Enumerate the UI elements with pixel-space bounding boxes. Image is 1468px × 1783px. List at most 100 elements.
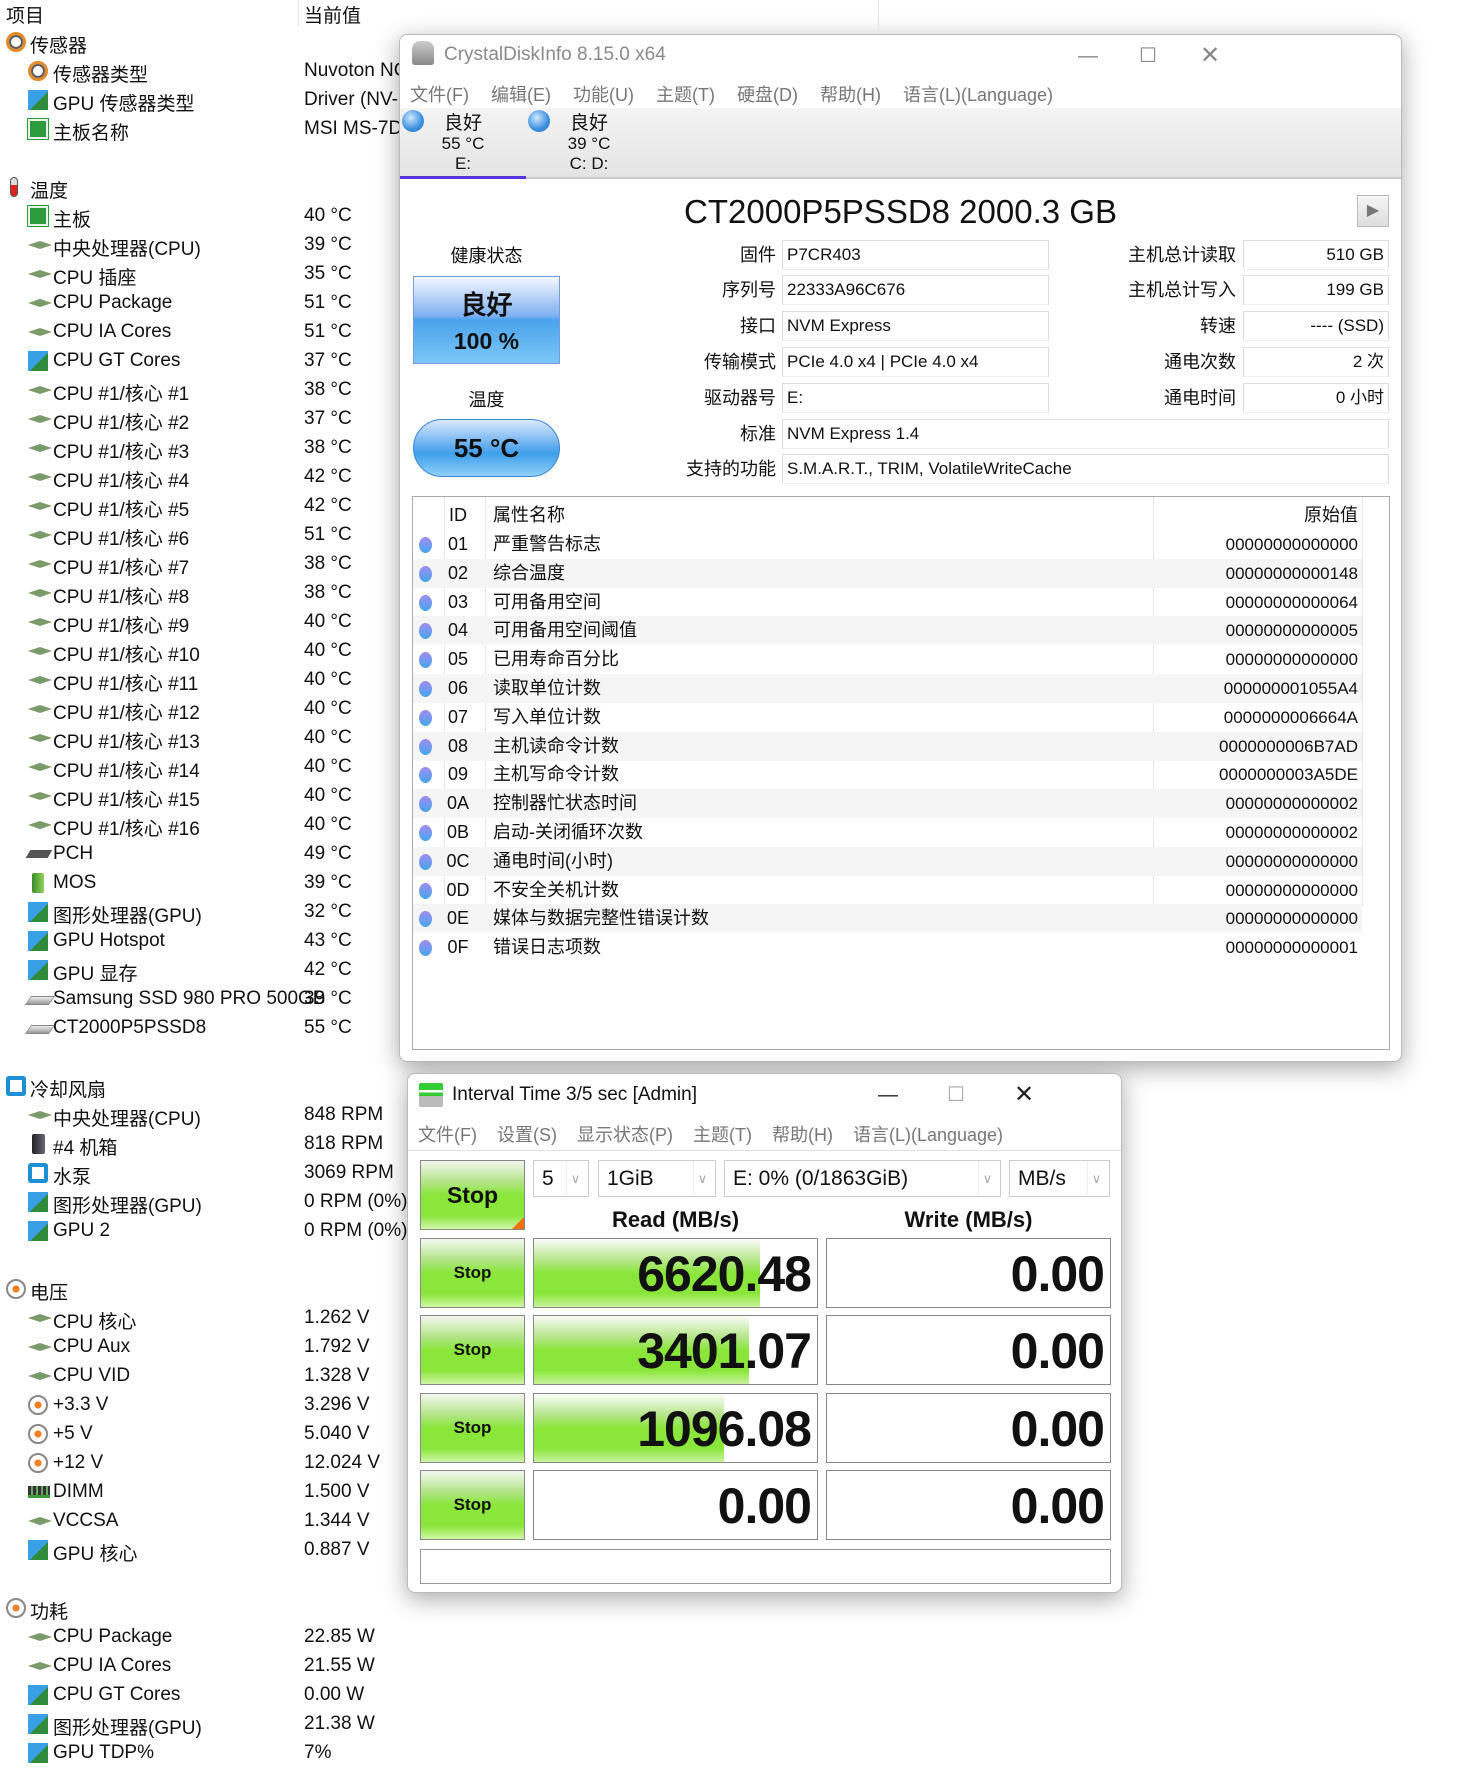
tree-item[interactable]: CPU 核心 1.262 V: [0, 1303, 420, 1333]
tree-item[interactable]: PCH 49 °C: [0, 839, 420, 868]
smart-row[interactable]: 0A 控制器忙状态时间 00000000000002: [413, 789, 1362, 819]
menu-item[interactable]: 语言(L)(Language): [853, 1121, 1003, 1147]
menu-item[interactable]: 显示状态(P): [577, 1121, 673, 1147]
smart-row[interactable]: 08 主机读命令计数 0000000006B7AD: [413, 731, 1362, 761]
menu-item[interactable]: 编辑(E): [491, 81, 551, 107]
tree-group[interactable]: 电压: [0, 1274, 420, 1304]
smart-row[interactable]: 0C 通电时间(小时) 00000000000000: [413, 846, 1362, 876]
tree-item[interactable]: GPU 显存 42 °C: [0, 955, 420, 985]
menu-item[interactable]: 硬盘(D): [737, 81, 798, 107]
tree-item[interactable]: CPU IA Cores 21.55 W: [0, 1651, 420, 1680]
tree-item[interactable]: 主板名称 MSI MS-7D9: [0, 114, 420, 144]
tree-item[interactable]: CPU #1/核心 #12 40 °C: [0, 694, 420, 724]
tree-item[interactable]: CPU #1/核心 #2 37 °C: [0, 404, 420, 434]
menu-item[interactable]: 文件(F): [410, 81, 469, 107]
tree-item[interactable]: DIMM 1.500 V: [0, 1477, 420, 1506]
smart-row[interactable]: 06 读取单位计数 000000001055A4: [413, 674, 1362, 703]
tree-item[interactable]: CPU #1/核心 #13 40 °C: [0, 723, 420, 753]
stop-button[interactable]: Stop: [420, 1469, 525, 1540]
tree-item[interactable]: CPU IA Cores 51 °C: [0, 317, 420, 346]
tree-item[interactable]: 中央处理器(CPU) 39 °C: [0, 230, 420, 260]
tree-item[interactable]: GPU 核心 0.887 V: [0, 1535, 420, 1565]
tree-item[interactable]: CPU GT Cores 37 °C: [0, 346, 420, 375]
menu-item[interactable]: 功能(U): [573, 81, 634, 107]
drive-select[interactable]: E: 0% (0/1863GiB) ∨: [724, 1160, 1001, 1197]
tree-item[interactable]: CPU #1/核心 #15 40 °C: [0, 781, 420, 811]
smart-row[interactable]: 07 写入单位计数 0000000006664A: [413, 703, 1362, 732]
smart-row[interactable]: 03 可用备用空间 00000000000064: [413, 588, 1362, 617]
disk-tab-cd[interactable]: 良好 39 °C C: D:: [526, 108, 652, 179]
column-item[interactable]: 项目: [6, 1, 44, 28]
tree-item[interactable]: CPU #1/核心 #9 40 °C: [0, 607, 420, 637]
tree-group[interactable]: 传感器: [0, 27, 420, 57]
header-name[interactable]: 属性名称: [493, 501, 565, 530]
tree-item[interactable]: 水泵 3069 RPM: [0, 1158, 420, 1188]
column-divider[interactable]: [878, 0, 879, 26]
tree-item[interactable]: CPU #1/核心 #14 40 °C: [0, 752, 420, 782]
menu-item[interactable]: 主题(T): [693, 1121, 752, 1147]
tree-item[interactable]: GPU 传感器类型 Driver (NV-I: [0, 85, 420, 115]
tree-item[interactable]: CPU #1/核心 #5 42 °C: [0, 491, 420, 521]
size-select[interactable]: 1GiB ∨: [598, 1160, 716, 1197]
menu-item[interactable]: 文件(F): [418, 1121, 477, 1147]
unit-select[interactable]: MB/s ∨: [1009, 1160, 1110, 1197]
count-select[interactable]: 5 ∨: [533, 1160, 589, 1197]
tree-item[interactable]: CPU #1/核心 #7 38 °C: [0, 549, 420, 579]
temperature-button[interactable]: 55 °C: [413, 419, 560, 477]
tree-item[interactable]: CPU #1/核心 #3 38 °C: [0, 433, 420, 463]
tree-item[interactable]: CPU #1/核心 #4 42 °C: [0, 462, 420, 492]
tree-item[interactable]: CPU #1/核心 #11 40 °C: [0, 665, 420, 695]
tree-item[interactable]: GPU Hotspot 43 °C: [0, 926, 420, 955]
tree-item[interactable]: MOS 39 °C: [0, 868, 420, 897]
maximize-button[interactable]: ☐: [1128, 41, 1168, 71]
tree-item[interactable]: GPU TDP% 7%: [0, 1738, 420, 1767]
tree-item[interactable]: +12 V 12.024 V: [0, 1448, 420, 1477]
tree-item[interactable]: +3.3 V 3.296 V: [0, 1390, 420, 1419]
smart-row[interactable]: 05 已用寿命百分比 00000000000000: [413, 645, 1362, 674]
tree-item[interactable]: CT2000P5PSSD8 55 °C: [0, 1013, 420, 1042]
tree-item[interactable]: CPU #1/核心 #1 38 °C: [0, 375, 420, 405]
smart-row[interactable]: 0E 媒体与数据完整性错误计数 00000000000000: [413, 904, 1362, 934]
tree-item[interactable]: CPU Aux 1.792 V: [0, 1332, 420, 1361]
menu-item[interactable]: 帮助(H): [820, 81, 881, 107]
health-status-button[interactable]: 良好 100 %: [413, 276, 560, 364]
stop-button[interactable]: Stop: [420, 1238, 525, 1308]
minimize-button[interactable]: —: [1068, 41, 1108, 71]
minimize-button[interactable]: —: [868, 1080, 908, 1110]
menu-item[interactable]: 语言(L)(Language): [903, 81, 1053, 107]
smart-row[interactable]: 0F 错误日志项数 00000000000001: [413, 933, 1362, 962]
column-divider[interactable]: [298, 0, 299, 26]
tree-item[interactable]: CPU #1/核心 #10 40 °C: [0, 636, 420, 666]
tree-group[interactable]: 温度: [0, 172, 420, 202]
tree-item[interactable]: CPU Package 22.85 W: [0, 1622, 420, 1651]
tree-item[interactable]: CPU GT Cores 0.00 W: [0, 1680, 420, 1709]
tree-item[interactable]: Samsung SSD 980 PRO 500GB 39 °C: [0, 984, 420, 1013]
tree-item[interactable]: #4 机箱 818 RPM: [0, 1129, 420, 1159]
smart-row[interactable]: 09 主机写命令计数 0000000003A5DE: [413, 760, 1362, 789]
disk-tab-e[interactable]: 良好 55 °C E:: [400, 108, 526, 179]
tree-item[interactable]: 图形处理器(GPU) 21.38 W: [0, 1709, 420, 1739]
tree-item[interactable]: CPU 插座 35 °C: [0, 259, 420, 289]
close-button[interactable]: ✕: [1190, 41, 1230, 71]
menu-item[interactable]: 主题(T): [656, 81, 715, 107]
stop-all-button[interactable]: Stop: [420, 1160, 525, 1230]
smart-row[interactable]: 02 综合温度 00000000000148: [413, 558, 1362, 588]
stop-button[interactable]: Stop: [420, 1315, 525, 1386]
menu-item[interactable]: 帮助(H): [772, 1121, 833, 1147]
tree-item[interactable]: 图形处理器(GPU) 32 °C: [0, 897, 420, 927]
tree-group[interactable]: 冷却风扇: [0, 1071, 420, 1101]
tree-item[interactable]: GPU 2 0 RPM (0%): [0, 1216, 420, 1245]
tree-item[interactable]: +5 V 5.040 V: [0, 1419, 420, 1448]
header-id[interactable]: ID: [443, 501, 473, 530]
tree-item[interactable]: VCCSA 1.344 V: [0, 1506, 420, 1535]
tree-item[interactable]: CPU Package 51 °C: [0, 288, 420, 317]
tree-item[interactable]: 中央处理器(CPU) 848 RPM: [0, 1100, 420, 1130]
stop-button[interactable]: Stop: [420, 1392, 525, 1463]
tree-item[interactable]: CPU #1/核心 #6 51 °C: [0, 520, 420, 550]
smart-row[interactable]: 01 严重警告标志 00000000000000: [413, 530, 1362, 559]
tree-item[interactable]: 主板 40 °C: [0, 201, 420, 231]
tree-item[interactable]: CPU VID 1.328 V: [0, 1361, 420, 1390]
tree-item[interactable]: CPU #1/核心 #16 40 °C: [0, 810, 420, 840]
smart-row[interactable]: 04 可用备用空间阈值 00000000000005: [413, 616, 1362, 646]
tree-item[interactable]: 图形处理器(GPU) 0 RPM (0%): [0, 1187, 420, 1217]
